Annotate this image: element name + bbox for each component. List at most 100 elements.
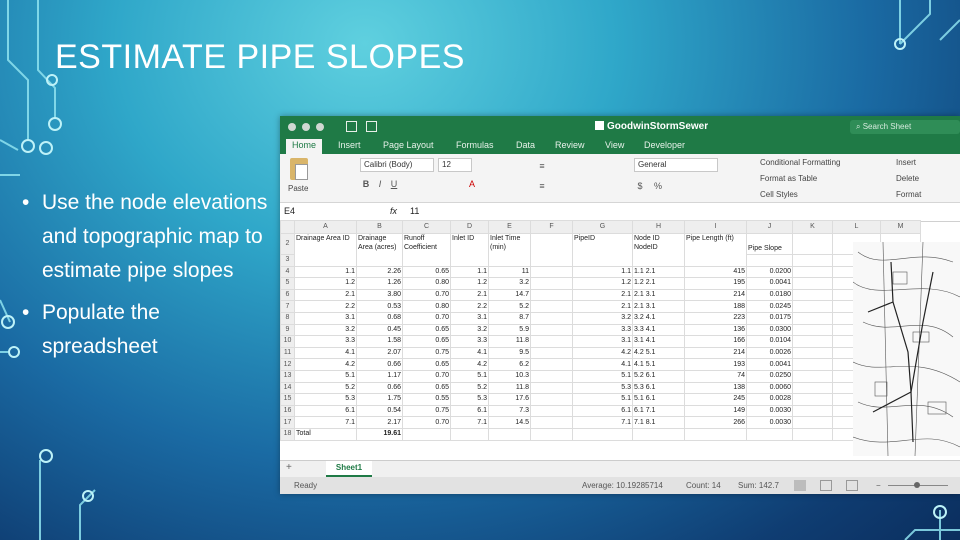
inlet-time-cell[interactable]: 5.9 [488,323,531,337]
tab-review[interactable]: Review [555,140,585,150]
tab-page-layout[interactable]: Page Layout [383,140,434,150]
drainage-area-cell[interactable]: 0.53 [356,300,403,313]
runoff-coefficient-cell[interactable]: 0.80 [402,277,451,290]
page-layout-view-icon[interactable] [820,480,832,491]
formula-input[interactable]: 11 [410,206,419,216]
minimize-window-button[interactable] [302,123,310,131]
pipe-slope-cell[interactable]: 0.0245 [746,300,793,313]
cell[interactable] [792,288,833,302]
pipe-length-cell[interactable]: 193 [684,358,747,371]
drainage-area-id-cell[interactable]: 2.1 [294,288,357,302]
inlet-time-cell[interactable]: 3.2 [488,277,531,290]
inlet-id-cell[interactable]: 4.2 [450,358,489,371]
header-cell[interactable]: Inlet ID [450,233,489,267]
pipe-id-cell[interactable]: 7.1 [572,416,633,429]
drainage-area-cell[interactable]: 1.17 [356,369,403,383]
conditional-formatting-button[interactable]: Conditional Formatting [760,158,840,167]
drainage-area-cell[interactable]: 0.45 [356,323,403,337]
zoom-slider-handle[interactable] [914,482,920,488]
node-id-cell[interactable]: 4.2 5.1 [632,346,685,360]
cell[interactable] [530,404,573,418]
tab-formulas[interactable]: Formulas [456,140,494,150]
cell[interactable] [530,381,573,395]
cell[interactable] [792,416,833,429]
tab-data[interactable]: Data [516,140,535,150]
fx-icon[interactable]: fx [390,206,397,216]
column-header[interactable]: F [530,220,573,234]
runoff-coefficient-cell[interactable]: 0.80 [402,300,451,313]
inlet-time-cell[interactable]: 8.7 [488,311,531,325]
inlet-id-cell[interactable]: 1.2 [450,277,489,290]
column-header[interactable]: E [488,220,531,234]
select-all-corner[interactable] [280,220,295,234]
column-header[interactable]: K [792,220,833,234]
pipe-slope-cell[interactable]: 0.0180 [746,288,793,302]
cell[interactable] [530,300,573,313]
row-header[interactable]: 15 [280,393,295,406]
row-header[interactable]: 7 [280,300,295,313]
header-cell[interactable]: PipeID [572,233,633,267]
pipe-slope-cell[interactable]: 0.0041 [746,277,793,290]
font-name-select[interactable]: Calibri (Body) [360,158,434,172]
total-label[interactable]: Total [294,427,357,441]
page-break-view-icon[interactable] [846,480,858,491]
node-id-cell[interactable]: 3.3 4.1 [632,323,685,337]
row-header[interactable]: 2 [280,233,295,255]
tab-developer[interactable]: Developer [644,140,685,150]
column-header[interactable]: J [746,220,793,234]
header-cell[interactable]: Drainage Area ID [294,233,357,267]
pipe-length-cell[interactable]: 245 [684,393,747,406]
name-box[interactable]: E4 [284,206,334,216]
tab-home[interactable]: Home [286,139,323,155]
drainage-area-cell[interactable]: 1.58 [356,335,403,348]
pipe-slope-cell[interactable]: 0.0030 [746,404,793,418]
pipe-id-cell[interactable]: 3.3 [572,323,633,337]
cell[interactable] [792,404,833,418]
cell[interactable] [792,358,833,371]
inlet-id-cell[interactable]: 5.1 [450,369,489,383]
tab-insert[interactable]: Insert [338,140,361,150]
runoff-coefficient-cell[interactable]: 0.70 [402,369,451,383]
pipe-length-cell[interactable]: 223 [684,311,747,325]
number-format-select[interactable]: General [634,158,718,172]
pipe-id-cell[interactable]: 2.1 [572,300,633,313]
inlet-time-cell[interactable]: 7.3 [488,404,531,418]
cell[interactable] [792,233,833,255]
node-id-cell[interactable]: 5.2 6.1 [632,369,685,383]
drainage-area-cell[interactable]: 0.54 [356,404,403,418]
pipe-length-cell[interactable]: 136 [684,323,747,337]
node-id-cell[interactable]: 4.1 5.1 [632,358,685,371]
pipe-id-cell[interactable]: 1.1 [572,265,633,279]
zoom-window-button[interactable] [316,123,324,131]
header-cell[interactable]: Node ID NodeID [632,233,685,267]
row-header[interactable]: 4 [280,265,295,279]
paste-icon[interactable] [290,158,308,180]
node-id-cell[interactable]: 3.2 4.1 [632,311,685,325]
inlet-time-cell[interactable]: 9.5 [488,346,531,360]
cell[interactable] [792,346,833,360]
drainage-area-id-cell[interactable]: 4.1 [294,346,357,360]
cell[interactable] [746,254,793,267]
pipe-length-cell[interactable]: 415 [684,265,747,279]
pipe-length-cell[interactable]: 149 [684,404,747,418]
drainage-area-cell[interactable]: 3.80 [356,288,403,302]
runoff-coefficient-cell[interactable]: 0.65 [402,358,451,371]
cell[interactable] [792,427,833,441]
header-cell[interactable]: Pipe Length (ft) [684,233,747,267]
drainage-area-id-cell[interactable]: 5.1 [294,369,357,383]
header-cell[interactable]: Runoff Coefficient [402,233,451,267]
add-sheet-icon[interactable]: + [286,462,292,473]
column-header[interactable]: B [356,220,403,234]
runoff-coefficient-cell[interactable]: 0.65 [402,323,451,337]
align-center-icon[interactable]: ≡ [536,180,548,192]
pipe-slope-cell[interactable]: 0.0060 [746,381,793,395]
cell[interactable] [530,265,573,279]
drainage-area-cell[interactable]: 0.68 [356,311,403,325]
inlet-id-cell[interactable]: 4.1 [450,346,489,360]
cell[interactable] [402,427,451,441]
row-header[interactable]: 11 [280,346,295,360]
header-cell[interactable]: Drainage Area (acres) [356,233,403,267]
delete-cells-button[interactable]: Delete [896,174,919,183]
row-header[interactable]: 8 [280,311,295,325]
cell[interactable] [488,427,531,441]
